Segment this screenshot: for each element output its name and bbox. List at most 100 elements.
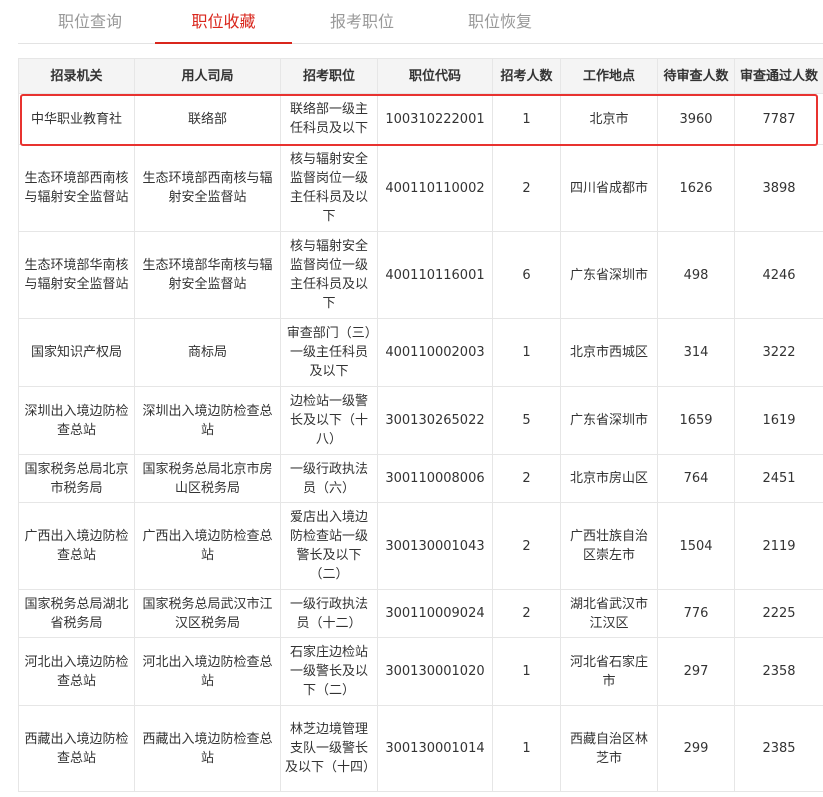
cell-recruiting-agency: 广西出入境边防检查总站: [18, 502, 135, 590]
cell-position: 边检站一级警长及以下（十八）: [280, 386, 378, 455]
cell-recruiting-agency: 生态环境部西南核与辐射安全监督站: [18, 144, 135, 232]
cell-pending-review: 776: [657, 589, 735, 638]
cell-work-location: 河北省石家庄市: [560, 637, 658, 706]
cell-position: 石家庄边检站一级警长及以下（二）: [280, 637, 378, 706]
column-header-position: 招考职位: [280, 58, 378, 94]
cell-pending-review: 1626: [657, 144, 735, 232]
cell-pending-review: 314: [657, 318, 735, 387]
tab-position-restore[interactable]: 职位恢复: [450, 0, 550, 43]
cell-work-location: 四川省成都市: [560, 144, 658, 232]
cell-position: 林芝边境管理支队一级警长及以下（十四）: [280, 705, 378, 792]
cell-recruit-count: 1: [492, 705, 561, 792]
table-row[interactable]: 生态环境部西南核与辐射安全监督站 生态环境部西南核与辐射安全监督站 核与辐射安全…: [18, 144, 823, 232]
tab-applied-positions[interactable]: 报考职位: [312, 0, 412, 43]
table-row[interactable]: 河北出入境边防检查总站 河北出入境边防检查总站 石家庄边检站一级警长及以下（二）…: [18, 637, 823, 706]
cell-employing-bureau: 商标局: [134, 318, 281, 387]
table-row[interactable]: 深圳出入境边防检查总站 深圳出入境边防检查总站 边检站一级警长及以下（十八） 3…: [18, 386, 823, 455]
cell-position: 审查部门（三）一级主任科员及以下: [280, 318, 378, 387]
cell-recruiting-agency: 国家知识产权局: [18, 318, 135, 387]
cell-recruiting-agency: 生态环境部华南核与辐射安全监督站: [18, 231, 135, 319]
column-header-review-passed: 审查通过人数: [734, 58, 823, 94]
table-row[interactable]: 广西出入境边防检查总站 广西出入境边防检查总站 爱店出入境边防检查站一级警长及以…: [18, 502, 823, 590]
cell-pending-review: 764: [657, 454, 735, 503]
cell-position-code: 300130001020: [377, 637, 493, 706]
tab-position-search[interactable]: 职位查询: [40, 0, 140, 43]
cell-review-passed: 2385: [734, 705, 823, 792]
column-header-position-code: 职位代码: [377, 58, 493, 94]
cell-employing-bureau: 河北出入境边防检查总站: [134, 637, 281, 706]
cell-position-code: 400110116001: [377, 231, 493, 319]
cell-position-code: 300130265022: [377, 386, 493, 455]
tab-bar: 职位查询 职位收藏 报考职位 职位恢复: [18, 0, 823, 44]
cell-position-code: 300130001043: [377, 502, 493, 590]
cell-recruit-count: 2: [492, 144, 561, 232]
table-row[interactable]: 国家税务总局湖北省税务局 国家税务总局武汉市江汉区税务局 一级行政执法员（十二）…: [18, 589, 823, 638]
cell-review-passed: 3222: [734, 318, 823, 387]
cell-recruit-count: 2: [492, 589, 561, 638]
cell-recruit-count: 1: [492, 93, 561, 145]
cell-work-location: 北京市: [560, 93, 658, 145]
cell-position: 一级行政执法员（十二）: [280, 589, 378, 638]
cell-employing-bureau: 深圳出入境边防检查总站: [134, 386, 281, 455]
cell-pending-review: 498: [657, 231, 735, 319]
cell-pending-review: 297: [657, 637, 735, 706]
table-row[interactable]: 中华职业教育社 联络部 联络部一级主任科员及以下 100310222001 1 …: [18, 93, 823, 145]
cell-review-passed: 2451: [734, 454, 823, 503]
cell-position-code: 300110009024: [377, 589, 493, 638]
cell-pending-review: 3960: [657, 93, 735, 145]
cell-review-passed: 4246: [734, 231, 823, 319]
cell-position-code: 400110110002: [377, 144, 493, 232]
cell-pending-review: 1504: [657, 502, 735, 590]
tab-position-favorites[interactable]: 职位收藏: [155, 0, 292, 44]
cell-employing-bureau: 西藏出入境边防检查总站: [134, 705, 281, 792]
cell-recruit-count: 1: [492, 318, 561, 387]
cell-recruiting-agency: 河北出入境边防检查总站: [18, 637, 135, 706]
cell-position: 联络部一级主任科员及以下: [280, 93, 378, 145]
column-header-recruit-count: 招考人数: [492, 58, 561, 94]
cell-position: 爱店出入境边防检查站一级警长及以下（二）: [280, 502, 378, 590]
cell-pending-review: 299: [657, 705, 735, 792]
cell-recruiting-agency: 中华职业教育社: [18, 93, 135, 145]
cell-employing-bureau: 生态环境部西南核与辐射安全监督站: [134, 144, 281, 232]
cell-recruiting-agency: 深圳出入境边防检查总站: [18, 386, 135, 455]
cell-recruiting-agency: 国家税务总局北京市税务局: [18, 454, 135, 503]
cell-recruit-count: 5: [492, 386, 561, 455]
table-header-row: 招录机关 用人司局 招考职位 职位代码 招考人数 工作地点 待审查人数 审查通过…: [18, 58, 823, 94]
cell-recruiting-agency: 国家税务总局湖北省税务局: [18, 589, 135, 638]
cell-recruit-count: 2: [492, 502, 561, 590]
cell-review-passed: 3898: [734, 144, 823, 232]
cell-position-code: 100310222001: [377, 93, 493, 145]
column-header-pending-review: 待审查人数: [657, 58, 735, 94]
cell-review-passed: 2119: [734, 502, 823, 590]
cell-position-code: 300130001014: [377, 705, 493, 792]
cell-work-location: 北京市房山区: [560, 454, 658, 503]
cell-recruit-count: 1: [492, 637, 561, 706]
cell-position-code: 400110002003: [377, 318, 493, 387]
cell-position: 核与辐射安全监督岗位一级主任科员及以下: [280, 144, 378, 232]
cell-employing-bureau: 广西出入境边防检查总站: [134, 502, 281, 590]
column-header-recruiting-agency: 招录机关: [18, 58, 135, 94]
cell-work-location: 广东省深圳市: [560, 231, 658, 319]
cell-work-location: 湖北省武汉市江汉区: [560, 589, 658, 638]
column-header-employing-bureau: 用人司局: [134, 58, 281, 94]
cell-employing-bureau: 国家税务总局北京市房山区税务局: [134, 454, 281, 503]
cell-employing-bureau: 国家税务总局武汉市江汉区税务局: [134, 589, 281, 638]
column-header-work-location: 工作地点: [560, 58, 658, 94]
cell-work-location: 广西壮族自治区崇左市: [560, 502, 658, 590]
cell-position-code: 300110008006: [377, 454, 493, 503]
cell-position: 核与辐射安全监督岗位一级主任科员及以下: [280, 231, 378, 319]
favorites-table: 招录机关 用人司局 招考职位 职位代码 招考人数 工作地点 待审查人数 审查通过…: [18, 58, 823, 792]
cell-pending-review: 1659: [657, 386, 735, 455]
cell-work-location: 西藏自治区林芝市: [560, 705, 658, 792]
table-row[interactable]: 西藏出入境边防检查总站 西藏出入境边防检查总站 林芝边境管理支队一级警长及以下（…: [18, 705, 823, 792]
cell-work-location: 北京市西城区: [560, 318, 658, 387]
cell-work-location: 广东省深圳市: [560, 386, 658, 455]
cell-review-passed: 2225: [734, 589, 823, 638]
table-row[interactable]: 国家知识产权局 商标局 审查部门（三）一级主任科员及以下 40011000200…: [18, 318, 823, 387]
table-row[interactable]: 国家税务总局北京市税务局 国家税务总局北京市房山区税务局 一级行政执法员（六） …: [18, 454, 823, 503]
cell-recruit-count: 2: [492, 454, 561, 503]
table-row[interactable]: 生态环境部华南核与辐射安全监督站 生态环境部华南核与辐射安全监督站 核与辐射安全…: [18, 231, 823, 319]
cell-position: 一级行政执法员（六）: [280, 454, 378, 503]
cell-review-passed: 7787: [734, 93, 823, 145]
cell-recruiting-agency: 西藏出入境边防检查总站: [18, 705, 135, 792]
